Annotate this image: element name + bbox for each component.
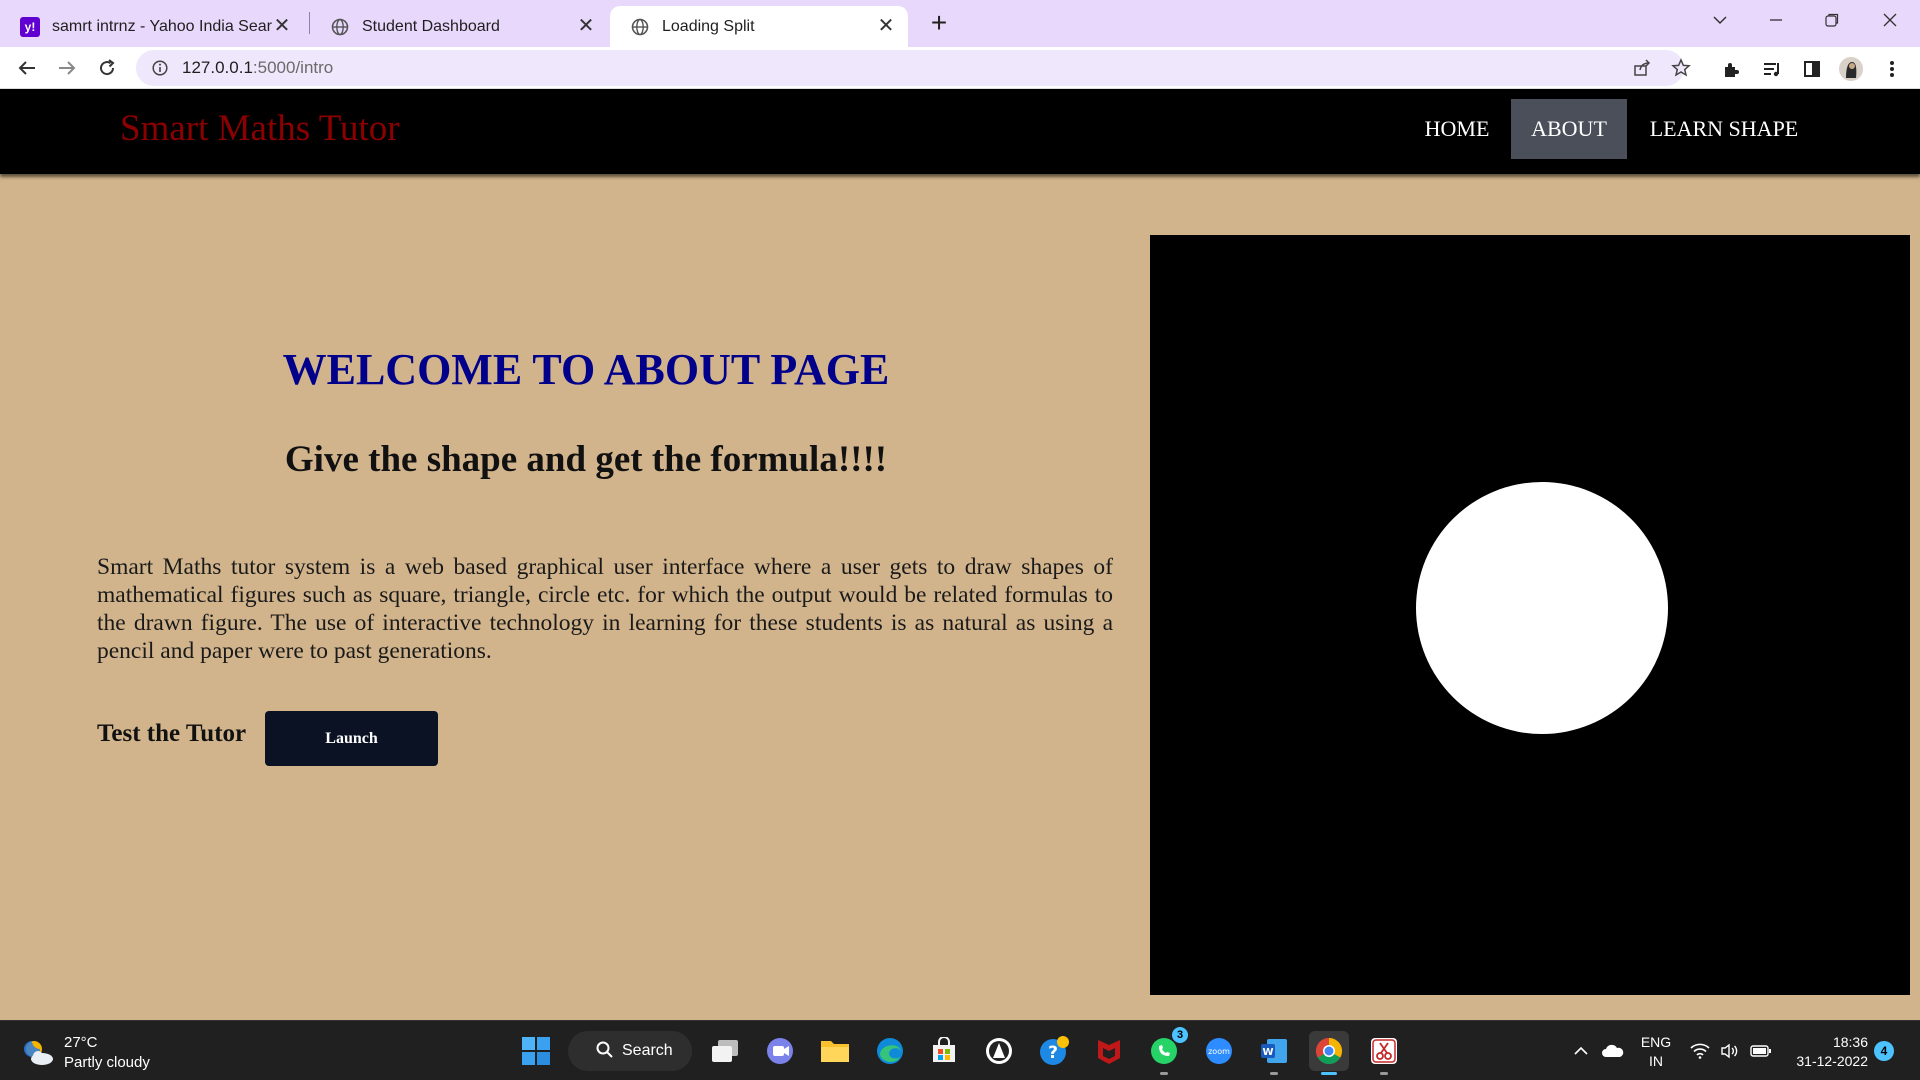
restore-button[interactable] (1804, 0, 1860, 40)
drawing-canvas[interactable] (1150, 235, 1910, 995)
microsoft-store-icon[interactable] (924, 1031, 964, 1071)
weather-description: Partly cloudy (64, 1054, 150, 1071)
page-title: WELCOME TO ABOUT PAGE (282, 345, 890, 394)
browser-tab-strip: y! samrt intrnz - Yahoo India Search ✕ S… (0, 0, 1920, 47)
site-brand[interactable]: Smart Maths Tutor (120, 107, 400, 150)
onedrive-cloud-icon[interactable] (1600, 1031, 1626, 1071)
new-tab-button[interactable]: + (922, 6, 956, 40)
volume-icon[interactable] (1718, 1031, 1742, 1071)
tab-yahoo-search[interactable]: y! samrt intrnz - Yahoo India Search ✕ (0, 6, 304, 47)
tab-search-chevron-icon[interactable] (1692, 0, 1748, 40)
wifi-icon[interactable] (1688, 1031, 1712, 1071)
tab-title: samrt intrnz - Yahoo India Search (52, 17, 272, 35)
minimize-button[interactable] (1748, 0, 1804, 40)
browser-toolbar: 127.0.0.1:5000/intro (0, 47, 1920, 89)
tab-student-dashboard[interactable]: Student Dashboard ✕ (310, 6, 608, 47)
svg-text:?: ? (1048, 1043, 1058, 1063)
launch-button[interactable]: Launch (265, 711, 438, 766)
svg-text:zoom: zoom (1208, 1047, 1230, 1056)
word-icon[interactable]: W (1254, 1031, 1294, 1075)
mcafee-icon[interactable] (1089, 1031, 1129, 1071)
whatsapp-unread-badge: 3 (1172, 1027, 1188, 1043)
browser-menu-icon[interactable] (1879, 56, 1905, 82)
reading-list-icon[interactable] (1759, 56, 1785, 82)
windows-start-icon[interactable] (516, 1031, 556, 1071)
whatsapp-icon[interactable]: 3 (1144, 1027, 1188, 1075)
clock-time: 18:36 (1832, 1034, 1868, 1050)
clock-date: 31-12-2022 (1796, 1053, 1868, 1069)
yahoo-icon: y! (20, 16, 40, 37)
notification-count-badge[interactable]: 4 (1874, 1041, 1894, 1061)
search-label: Search (622, 1042, 673, 1059)
page-subtitle: Give the shape and get the formula!!!! (284, 439, 888, 480)
tab-title: Loading Split (662, 17, 755, 35)
task-view-icon[interactable] (705, 1031, 745, 1071)
tab-loading-split[interactable]: Loading Split ✕ (610, 6, 908, 47)
language-code: ENG (1640, 1034, 1672, 1050)
site-navbar: Smart Maths Tutor HOME ABOUT LEARN SHAPE (0, 89, 1920, 174)
profile-avatar[interactable] (1838, 56, 1864, 82)
close-icon[interactable]: ✕ (574, 14, 598, 38)
url-path: :5000/intro (252, 58, 334, 77)
teams-chat-icon[interactable] (760, 1031, 800, 1071)
battery-icon[interactable] (1748, 1031, 1774, 1071)
region-code: IN (1649, 1053, 1663, 1069)
globe-icon (630, 17, 650, 37)
address-bar[interactable]: 127.0.0.1:5000/intro (136, 50, 1691, 86)
nav-home-link[interactable]: HOME (1404, 99, 1510, 159)
svg-text:W: W (1262, 1047, 1273, 1058)
nav-about-link[interactable]: ABOUT (1511, 99, 1627, 159)
back-button[interactable] (10, 51, 44, 85)
file-explorer-icon[interactable] (815, 1031, 855, 1071)
close-icon[interactable]: ✕ (270, 14, 294, 38)
bookmark-star-icon[interactable] (1669, 56, 1693, 80)
extensions-icon[interactable] (1718, 56, 1744, 82)
weather-widget[interactable]: 27°C Partly cloudy (20, 1033, 150, 1073)
tab-title: Student Dashboard (362, 17, 500, 35)
url-text: 127.0.0.1:5000/intro (182, 58, 333, 78)
drawn-circle-shape (1416, 482, 1668, 734)
share-icon[interactable] (1630, 56, 1654, 80)
reload-button[interactable] (90, 51, 124, 85)
show-hidden-icons-chevron-icon[interactable] (1570, 1031, 1592, 1071)
test-tutor-label: Test the Tutor (97, 720, 247, 747)
site-info-icon[interactable] (150, 58, 170, 78)
chrome-icon[interactable] (1309, 1031, 1349, 1075)
side-panel-icon[interactable] (1799, 56, 1825, 82)
taskbar-search[interactable]: Search (568, 1031, 692, 1071)
forward-button[interactable] (50, 51, 84, 85)
edge-browser-icon[interactable] (870, 1031, 910, 1071)
url-host: 127.0.0.1 (182, 58, 253, 77)
about-description: Smart Maths tutor system is a web based … (97, 554, 1113, 664)
close-icon[interactable]: ✕ (874, 14, 898, 38)
app-launcher-icon[interactable] (979, 1031, 1019, 1071)
system-clock[interactable]: 18:36 31-12-2022 (1788, 1033, 1868, 1071)
input-language[interactable]: ENG IN (1638, 1033, 1674, 1071)
search-icon (596, 1041, 614, 1064)
zoom-icon[interactable]: zoom (1199, 1031, 1239, 1071)
weather-temperature: 27°C (64, 1034, 98, 1051)
globe-icon (330, 17, 350, 37)
snipping-tool-icon[interactable] (1364, 1031, 1404, 1075)
get-help-icon[interactable]: ? (1034, 1031, 1074, 1071)
close-window-button[interactable] (1862, 0, 1918, 40)
partly-cloudy-icon (20, 1035, 56, 1071)
windows-taskbar: 27°C Partly cloudy Search ? 3 zoom W ENG… (0, 1020, 1920, 1080)
nav-learn-shape-link[interactable]: LEARN SHAPE (1628, 99, 1820, 159)
